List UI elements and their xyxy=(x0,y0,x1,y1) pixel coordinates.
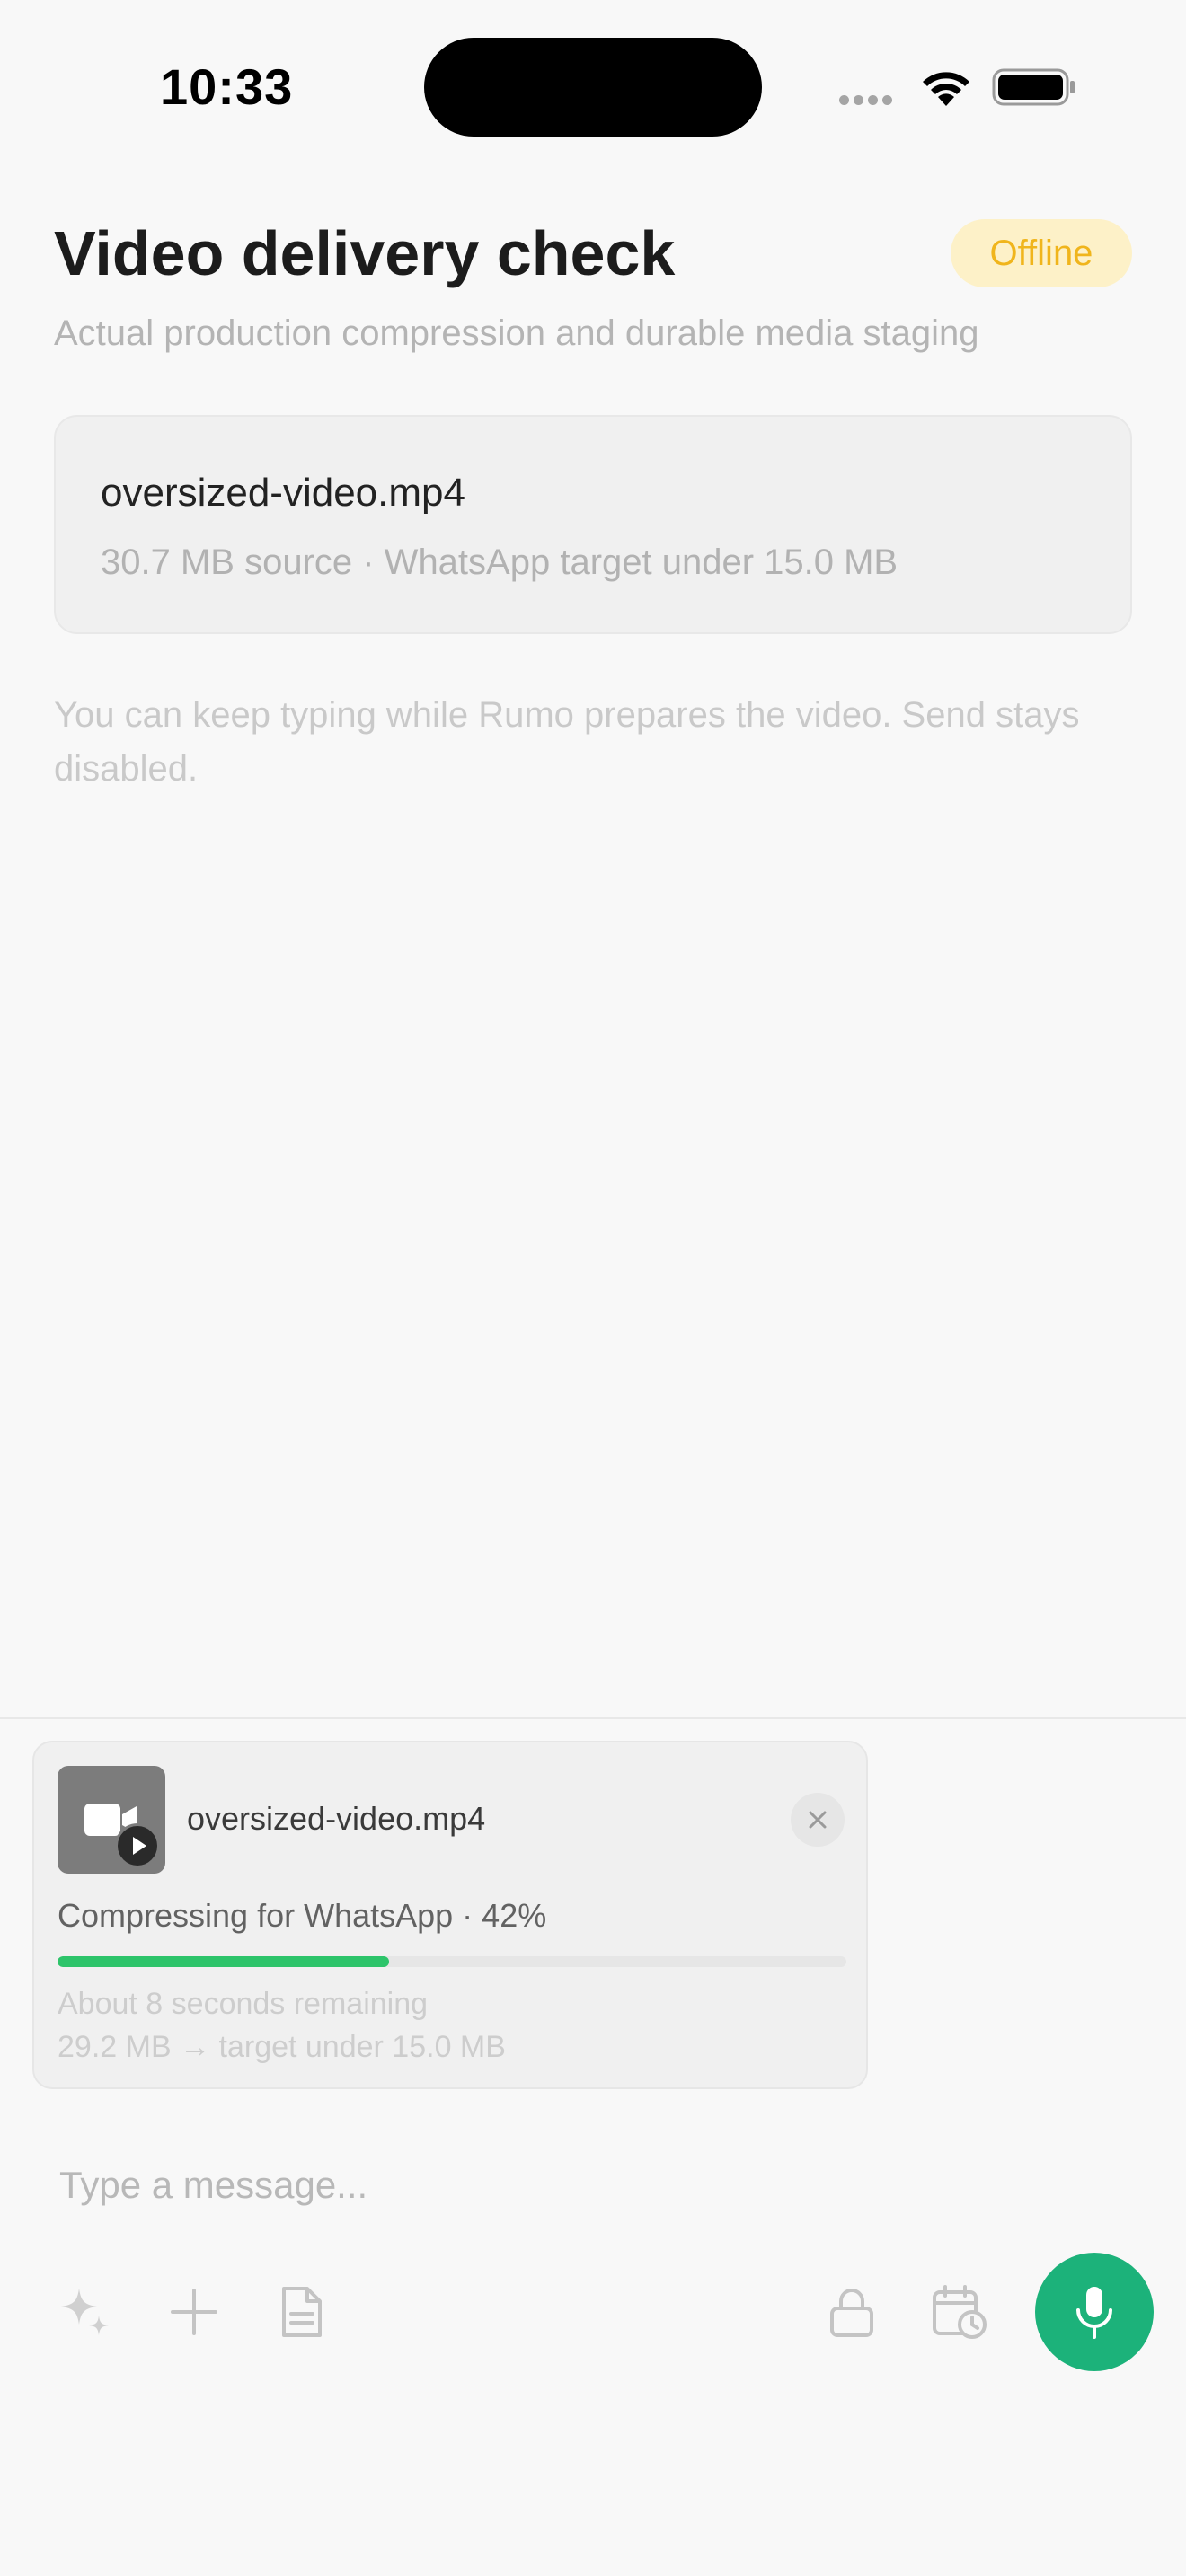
message-input[interactable] xyxy=(59,2154,778,2217)
remove-attachment-button[interactable] xyxy=(791,1793,845,1847)
video-thumbnail xyxy=(58,1766,165,1874)
compression-progress-fill xyxy=(58,1956,389,1967)
ai-assist-button[interactable] xyxy=(50,2276,122,2348)
compression-status: Compressing for WhatsApp · 42% xyxy=(58,1897,547,1934)
page-title: Video delivery check xyxy=(54,218,676,288)
play-icon xyxy=(115,1823,160,1868)
schedule-message-button[interactable] xyxy=(924,2276,996,2348)
template-button[interactable] xyxy=(266,2276,338,2348)
compression-progress-bar xyxy=(58,1956,846,1967)
cellular-signal-icon xyxy=(839,93,902,105)
compression-attachment-card: oversized-video.mp4 Compressing for What… xyxy=(32,1741,868,2089)
lock-icon xyxy=(830,2289,873,2337)
typing-hint: You can keep typing while Rumo prepares … xyxy=(54,695,1080,789)
status-time: 10:33 xyxy=(160,58,294,115)
size-info: 29.2 MB → target under 15.0 MB xyxy=(58,2030,506,2064)
document-icon xyxy=(282,2287,322,2337)
source-file-meta: 30.7 MB source · WhatsApp target under 1… xyxy=(101,543,898,582)
status-badge: Offline xyxy=(951,219,1132,287)
calendar-clock-icon xyxy=(933,2285,987,2339)
close-icon xyxy=(809,1811,827,1829)
page-subtitle: Actual production compression and durabl… xyxy=(54,313,979,353)
source-file-card: oversized-video.mp4 30.7 MB source · Wha… xyxy=(54,415,1132,634)
plus-icon xyxy=(171,2289,217,2335)
sparkles-icon xyxy=(61,2289,109,2335)
record-voice-button[interactable] xyxy=(1035,2253,1154,2371)
time-remaining: About 8 seconds remaining xyxy=(58,1987,429,2021)
attachment-file-name: oversized-video.mp4 xyxy=(187,1800,486,1837)
dynamic-island xyxy=(424,38,762,137)
microphone-icon xyxy=(1076,2287,1112,2339)
wifi-icon xyxy=(918,66,974,108)
composer-divider xyxy=(0,1717,1186,1719)
source-file-name: oversized-video.mp4 xyxy=(101,471,465,515)
battery-icon xyxy=(992,66,1076,108)
add-attachment-button[interactable] xyxy=(158,2276,230,2348)
private-note-button[interactable] xyxy=(816,2276,888,2348)
